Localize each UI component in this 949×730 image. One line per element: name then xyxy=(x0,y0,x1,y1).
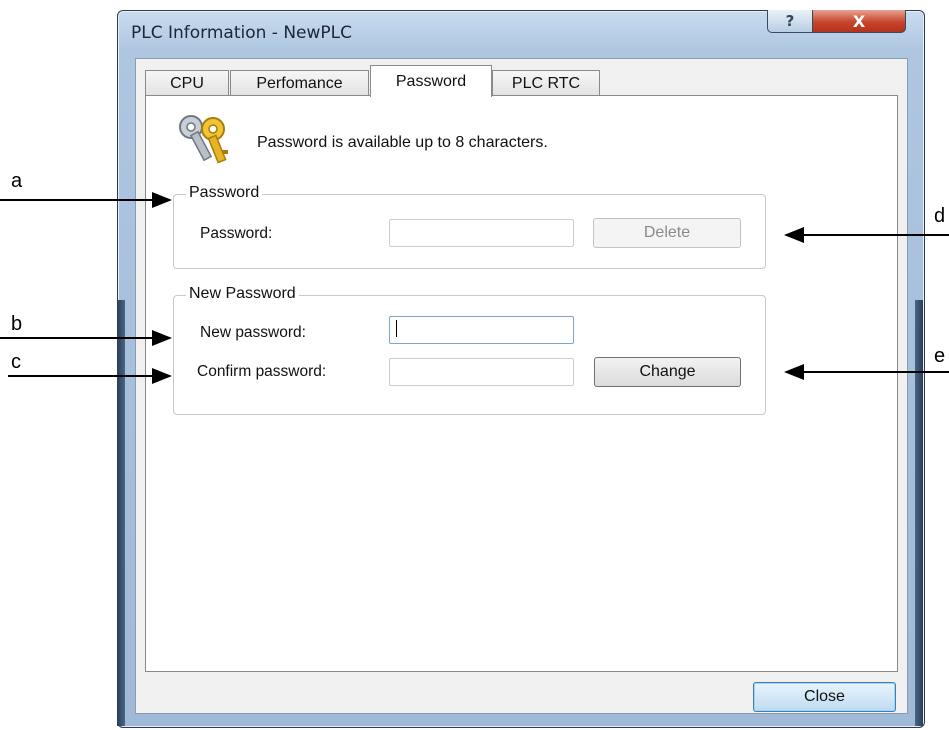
annotation-arrows xyxy=(0,192,949,384)
